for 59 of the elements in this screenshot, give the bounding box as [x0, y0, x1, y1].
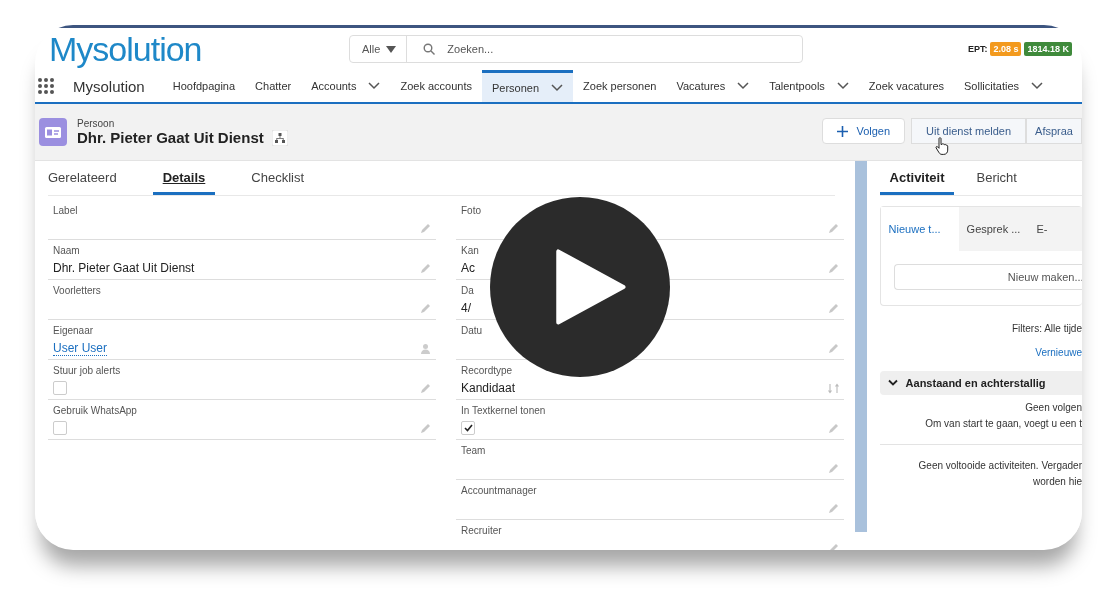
scope-dropdown[interactable]: Alle	[350, 36, 408, 62]
nav-tab[interactable]: Zoek vacatures	[858, 70, 955, 102]
field-label: Foto	[461, 204, 481, 217]
action-button[interactable]: Uit dienst melden	[911, 118, 1027, 144]
empty-message: Om van start te gaan, voegt u een t	[924, 417, 1082, 430]
empty-message: worden hie	[1032, 475, 1082, 488]
nav-tab[interactable]: Sollicitaties	[954, 70, 1054, 102]
filters-text: Filters: Alle tijde	[1010, 322, 1082, 335]
metric-badge: 1814.18 K	[1024, 42, 1072, 56]
publisher-tab[interactable]: Nieuwe t...	[880, 207, 959, 251]
nav-tab[interactable]: Accounts	[301, 70, 391, 102]
field-label: Voorletters	[53, 284, 101, 297]
record-tab[interactable]: Gerelateerd	[48, 161, 127, 195]
field-label: Accountmanager	[461, 484, 537, 497]
refresh-link[interactable]: Vernieuwe	[879, 346, 1082, 359]
record-tab[interactable]: Checklist	[251, 161, 315, 195]
action-button[interactable]: Volgen	[822, 118, 906, 144]
field-label: Team	[461, 444, 486, 457]
nav-tab[interactable]: Talentpools	[759, 70, 859, 102]
field-label: In Textkernel tonen	[461, 404, 546, 417]
owner-link[interactable]: User User	[53, 340, 107, 356]
nav-tab[interactable]: Hoofdpagina	[162, 70, 246, 102]
action-button[interactable]: Afspraa	[1026, 118, 1082, 144]
logo: Mysolution	[49, 29, 203, 69]
field-label: Kan	[461, 244, 479, 257]
publisher-tab[interactable]: Gesprek ...	[958, 207, 1029, 251]
app-name: Mysolution	[73, 77, 145, 95]
field-label: Datu	[461, 324, 483, 337]
object-type: Persoon	[77, 118, 116, 129]
nav-tab[interactable]: Chatter	[245, 70, 302, 102]
field-label: Recruiter	[461, 524, 502, 537]
metric-badge: 2.08 s	[990, 42, 1022, 56]
empty-message: Geen voltooide activiteiten. Vergader	[917, 459, 1082, 472]
empty-message: Geen volgen	[1024, 401, 1082, 414]
activity-tab[interactable]: Activiteit	[879, 161, 955, 195]
record-name: Dhr. Pieter Gaat Uit Dienst	[77, 129, 264, 146]
field-label: Stuur job alerts	[53, 364, 121, 377]
new-button[interactable]: Nieuw maken...	[893, 264, 1082, 290]
field-label: Eigenaar	[53, 324, 94, 337]
publisher-tab[interactable]: E-	[1028, 207, 1056, 251]
field-value: 4/	[461, 301, 471, 315]
field-value: Kandidaat	[461, 381, 516, 395]
record-tab[interactable]: Details	[152, 161, 216, 195]
ept-label: EPT:	[967, 44, 988, 54]
field-value: Ac	[461, 261, 475, 275]
nav-tab[interactable]: Zoek personen	[573, 70, 667, 102]
field-label: Label	[53, 204, 78, 217]
activity-tab[interactable]: Bericht	[966, 161, 1027, 195]
field-label: Naam	[53, 244, 80, 257]
field-value: Dhr. Pieter Gaat Uit Dienst	[53, 261, 195, 275]
search-field[interactable]: Alle Zoeken...	[349, 35, 803, 63]
field-label: Recordtype	[461, 364, 513, 377]
nav-tab[interactable]: Personen	[481, 70, 574, 102]
section-header[interactable]: Aanstaand en achterstallig	[879, 371, 1082, 395]
field-label: Gebruik WhatsApp	[53, 404, 137, 417]
nav-tab[interactable]: Vacatures	[666, 70, 760, 102]
field-label: Da	[461, 284, 474, 297]
section-title: Aanstaand en achterstallig	[905, 377, 1046, 389]
nav-tab[interactable]: Zoek accounts	[390, 70, 482, 102]
